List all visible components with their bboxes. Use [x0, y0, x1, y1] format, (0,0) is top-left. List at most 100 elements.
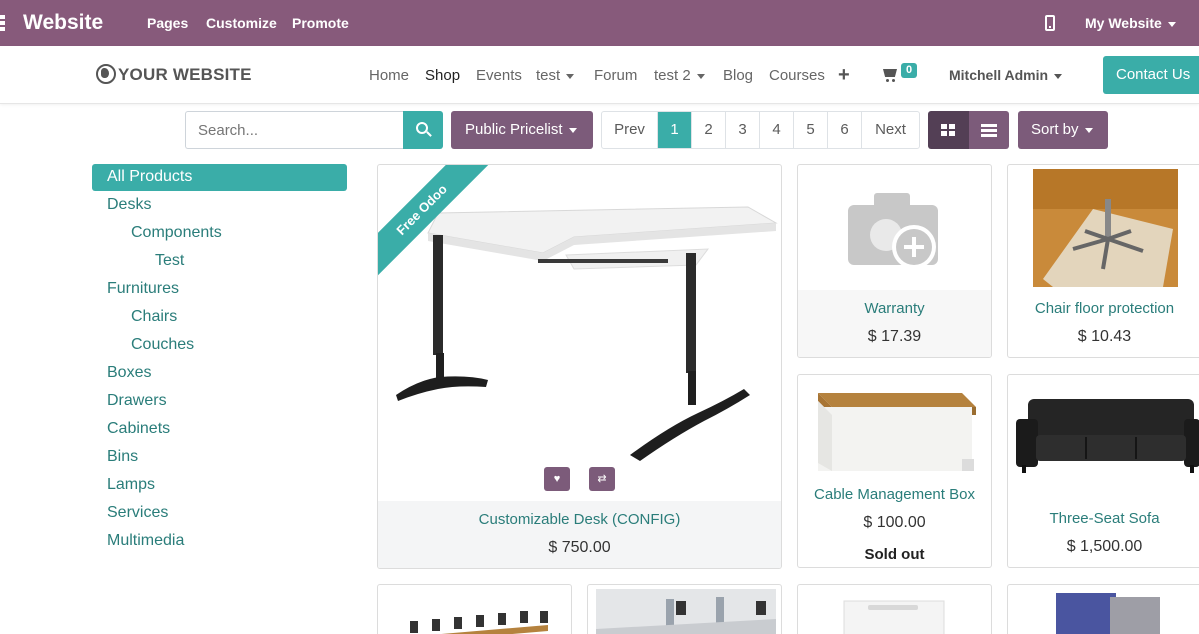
category-all-products[interactable]: All Products	[92, 164, 347, 191]
product-card[interactable]	[377, 584, 572, 634]
site-header: YOUR WEBSITE Home Shop Events test Forum…	[0, 46, 1199, 104]
product-name[interactable]: Chair floor protection	[1008, 300, 1199, 317]
chevron-down-icon	[1167, 21, 1176, 27]
search-button[interactable]	[403, 111, 443, 149]
cable-box-image	[818, 393, 976, 471]
cart-icon[interactable]	[883, 69, 897, 82]
product-card[interactable]: Warranty $ 17.39	[797, 164, 992, 358]
category-furnitures[interactable]: Furnitures	[107, 280, 179, 298]
list-icon	[981, 124, 997, 137]
camera-plus-icon	[848, 193, 938, 269]
pager-page-5[interactable]: 5	[794, 112, 828, 148]
chevron-down-icon	[1084, 127, 1093, 133]
product-price: $ 17.39	[867, 328, 922, 345]
nav-test-label: test	[536, 67, 561, 84]
product-name[interactable]: Three-Seat Sofa	[1008, 510, 1199, 527]
chair-mat-image	[1033, 169, 1178, 287]
website-switcher-label: My Website	[1085, 15, 1162, 31]
grid-icon	[941, 124, 956, 136]
nav-test2-label: test 2	[654, 67, 691, 84]
category-boxes[interactable]: Boxes	[107, 364, 151, 382]
category-services[interactable]: Services	[107, 504, 168, 522]
contact-us-button[interactable]: Contact Us	[1103, 56, 1199, 94]
admin-menu-customize[interactable]: Customize	[206, 15, 277, 31]
compare-icon: ⇄	[597, 473, 607, 485]
category-bins[interactable]: Bins	[107, 448, 138, 466]
product-price: $ 100.00	[863, 514, 926, 531]
category-desks[interactable]: Desks	[107, 196, 151, 214]
desk-image	[396, 206, 778, 461]
category-components[interactable]: Components	[131, 224, 222, 242]
grid-view-button[interactable]	[928, 111, 969, 149]
chevron-down-icon	[566, 73, 575, 79]
category-lamps[interactable]: Lamps	[107, 476, 155, 494]
nav-events[interactable]: Events	[476, 67, 522, 84]
product-card[interactable]: Free Odoo ♥ ⇄ Customizable Desk (CONFIG)…	[377, 164, 782, 569]
product-card[interactable]: Three-Seat Sofa $ 1,500.00	[1007, 374, 1199, 568]
nav-test-dropdown[interactable]: test	[536, 67, 575, 84]
compare-button[interactable]: ⇄	[589, 467, 615, 491]
pager-prev[interactable]: Prev	[602, 112, 658, 148]
product-card[interactable]	[797, 584, 992, 634]
chevron-down-icon	[696, 73, 705, 79]
pricelist-label: Public Pricelist	[465, 121, 563, 138]
pager-page-3[interactable]: 3	[726, 112, 760, 148]
nav-home[interactable]: Home	[369, 67, 409, 84]
conference-table-image	[410, 611, 548, 634]
drawer-image	[843, 600, 945, 634]
office-cubicle-image	[596, 589, 776, 634]
mobile-preview-icon[interactable]	[1045, 15, 1055, 31]
sofa-image	[1016, 399, 1199, 473]
sort-by-label: Sort by	[1031, 121, 1079, 138]
heart-icon: ♥	[553, 473, 561, 485]
product-card[interactable]	[587, 584, 782, 634]
sold-out-label: Sold out	[864, 546, 925, 563]
admin-bar: Website Pages Customize Promote My Websi…	[0, 0, 1199, 46]
category-cabinets[interactable]: Cabinets	[107, 420, 170, 438]
nav-test2-dropdown[interactable]: test 2	[654, 67, 705, 84]
pager-page-1[interactable]: 1	[658, 112, 692, 148]
nav-shop[interactable]: Shop	[425, 67, 460, 84]
acoustic-panel-image	[1056, 593, 1160, 634]
admin-menu-pages[interactable]: Pages	[147, 15, 188, 31]
sort-by-dropdown[interactable]: Sort by	[1018, 111, 1108, 149]
globe-icon	[96, 64, 116, 84]
admin-menu-promote[interactable]: Promote	[292, 15, 349, 31]
cart-count-badge: 0	[901, 63, 917, 78]
product-name[interactable]: Cable Management Box	[798, 486, 991, 503]
chevron-down-icon	[568, 127, 577, 133]
pager-page-6[interactable]: 6	[828, 112, 862, 148]
site-logo[interactable]: YOUR WEBSITE	[96, 64, 252, 85]
pricelist-dropdown[interactable]: Public Pricelist	[451, 111, 593, 149]
pager-next[interactable]: Next	[862, 112, 919, 148]
user-name: Mitchell Admin	[949, 67, 1049, 83]
website-switcher[interactable]: My Website	[1085, 15, 1176, 31]
nav-courses[interactable]: Courses	[769, 67, 825, 84]
category-couches[interactable]: Couches	[131, 336, 194, 354]
product-card[interactable]	[1007, 584, 1199, 634]
nav-forum[interactable]: Forum	[594, 67, 637, 84]
category-test[interactable]: Test	[155, 252, 184, 270]
product-card[interactable]: Cable Management Box $ 100.00 Sold out	[797, 374, 992, 568]
category-drawers[interactable]: Drawers	[107, 392, 167, 410]
apps-menu-icon[interactable]	[0, 15, 6, 31]
pagination: Prev 1 2 3 4 5 6 Next	[601, 111, 920, 149]
user-menu[interactable]: Mitchell Admin	[949, 67, 1063, 83]
search-input[interactable]	[185, 111, 404, 149]
product-name[interactable]: Customizable Desk (CONFIG)	[378, 511, 781, 528]
wishlist-button[interactable]: ♥	[544, 467, 570, 491]
add-page-icon[interactable]: +	[838, 64, 850, 87]
product-card[interactable]: Chair floor protection $ 10.43	[1007, 164, 1199, 358]
product-name[interactable]: Warranty	[798, 300, 991, 317]
admin-brand[interactable]: Website	[23, 11, 103, 35]
pager-page-2[interactable]: 2	[692, 112, 726, 148]
pager-page-4[interactable]: 4	[760, 112, 794, 148]
product-price: $ 10.43	[1077, 328, 1132, 345]
logo-text: YOUR WEBSITE	[118, 65, 252, 84]
chevron-down-icon	[1054, 73, 1063, 79]
list-view-button[interactable]	[969, 111, 1009, 149]
nav-blog[interactable]: Blog	[723, 67, 753, 84]
product-price: $ 750.00	[548, 539, 611, 556]
category-multimedia[interactable]: Multimedia	[107, 532, 184, 550]
category-chairs[interactable]: Chairs	[131, 308, 177, 326]
